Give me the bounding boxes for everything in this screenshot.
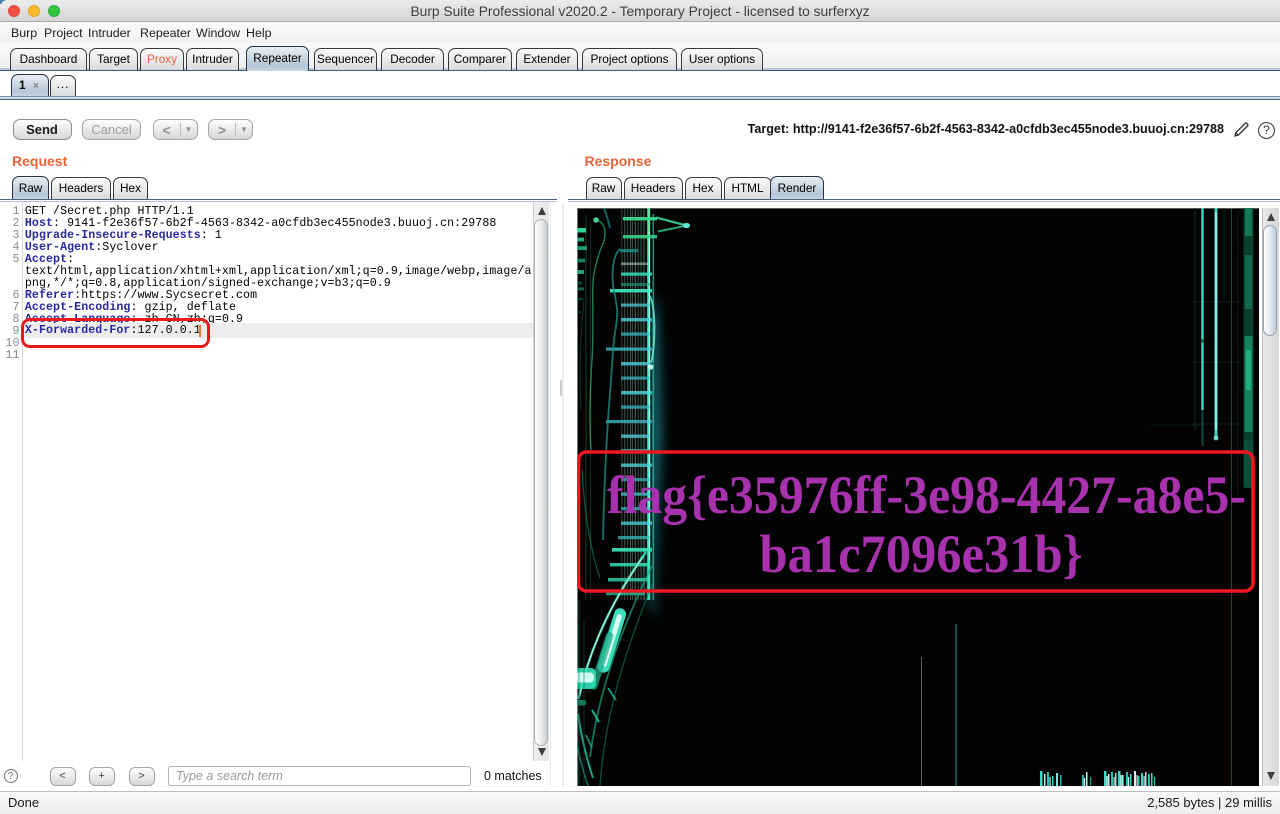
svg-text:ba1c7096e31b}: ba1c7096e31b}	[760, 524, 1083, 584]
svg-text:flag{e35976ff-3e98-4427-a8e5-: flag{e35976ff-3e98-4427-a8e5-	[607, 465, 1246, 525]
